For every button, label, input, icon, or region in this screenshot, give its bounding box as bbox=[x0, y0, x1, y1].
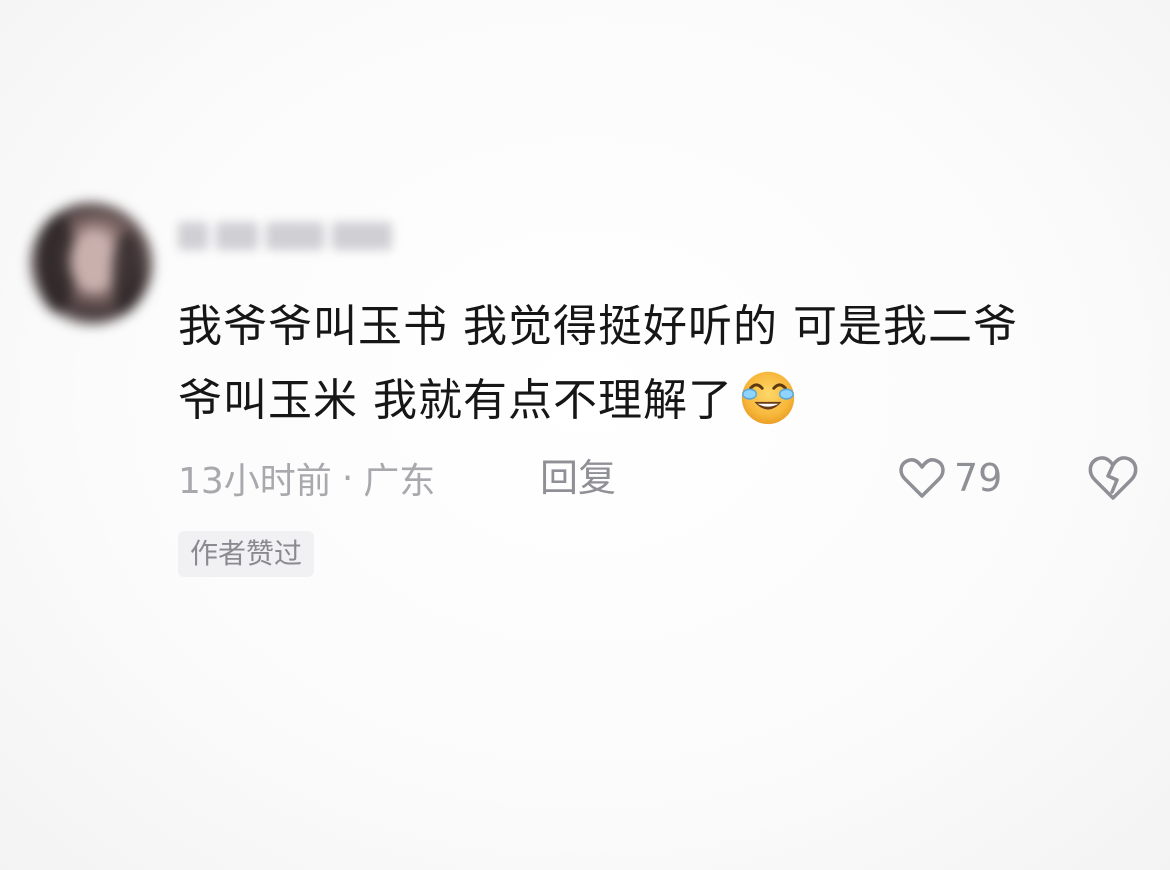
comment-text-line: 爷叫玉米 我就有点不理解了 bbox=[178, 375, 733, 426]
like-count: 79 bbox=[954, 456, 1003, 500]
username-redacted-block bbox=[216, 222, 258, 250]
avatar-face bbox=[70, 229, 118, 293]
comment-text-line: 我爷爷叫玉书 我觉得挺好听的 可是我二爷 bbox=[178, 301, 1018, 352]
meta-separator: · bbox=[341, 457, 354, 499]
like-button[interactable]: 79 bbox=[898, 450, 1002, 506]
page-background: 我爷爷叫玉书 我觉得挺好听的 可是我二爷 爷叫玉米 我就有点不理解了 13小时前… bbox=[0, 0, 1170, 870]
heart-outline-icon bbox=[899, 458, 945, 498]
comment-location: 广东 bbox=[363, 461, 436, 502]
avatar-hair bbox=[112, 231, 142, 316]
comment-meta: 13小时前 · 广东 bbox=[178, 452, 435, 504]
username-redacted-block bbox=[178, 222, 208, 250]
username-blurred[interactable] bbox=[178, 214, 396, 258]
dislike-button[interactable] bbox=[1086, 452, 1140, 504]
author-liked-badge: 作者赞过 bbox=[178, 531, 315, 577]
comment-time: 13小时前 bbox=[178, 461, 332, 502]
username-redacted-block bbox=[266, 222, 324, 250]
avatar[interactable] bbox=[30, 203, 152, 325]
reply-button[interactable]: 回复 bbox=[540, 452, 616, 504]
broken-heart-icon bbox=[1088, 456, 1138, 500]
comment-text: 我爷爷叫玉书 我觉得挺好听的 可是我二爷 爷叫玉米 我就有点不理解了 bbox=[178, 290, 1153, 438]
username-redacted-block bbox=[332, 222, 392, 250]
crying-laughing-emoji-icon bbox=[741, 371, 795, 425]
